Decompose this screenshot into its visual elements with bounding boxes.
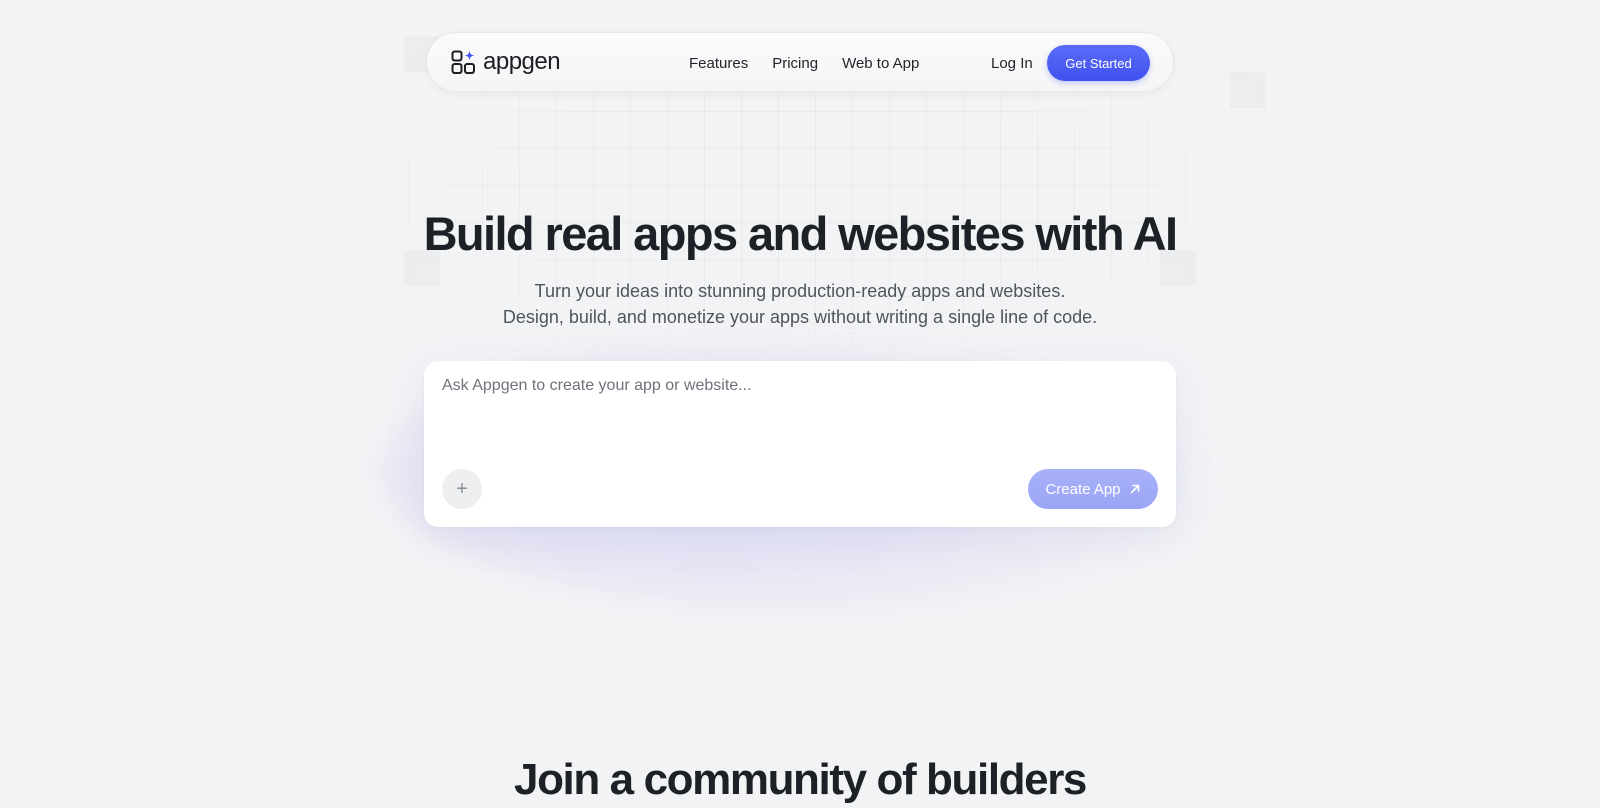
arrow-up-right-icon [1130, 484, 1139, 494]
login-link[interactable]: Log In [991, 33, 1033, 93]
create-app-label: Create App [1045, 480, 1121, 498]
get-started-button[interactable]: Get Started [1047, 45, 1150, 81]
hero-subtitle-line-2: Design, build, and monetize your apps wi… [502, 307, 1098, 327]
prompt-card: + Create App [424, 361, 1176, 527]
top-navbar: appgen Features Pricing Web to App Log I… [426, 32, 1174, 92]
nav-link-features[interactable]: Features [689, 55, 748, 72]
attach-button[interactable]: + [442, 469, 482, 509]
brand-logo[interactable]: appgen [451, 48, 561, 75]
hero-subtitle-line-1: Turn your ideas into stunning production… [534, 281, 1066, 301]
app-grid-sparkle-icon [451, 50, 475, 74]
create-app-button[interactable]: Create App [1028, 469, 1158, 509]
primary-nav: Features Pricing Web to App [689, 33, 919, 93]
hero-title: Build real apps and websites with AI [423, 207, 1178, 260]
background-grid-cell [1230, 72, 1266, 108]
nav-link-pricing[interactable]: Pricing [772, 55, 818, 72]
community-section-title: Join a community of builders [514, 755, 1087, 804]
brand-name: appgen [483, 48, 561, 75]
plus-icon: + [456, 478, 468, 500]
nav-link-web-to-app[interactable]: Web to App [842, 55, 919, 72]
prompt-input[interactable] [442, 377, 1142, 437]
